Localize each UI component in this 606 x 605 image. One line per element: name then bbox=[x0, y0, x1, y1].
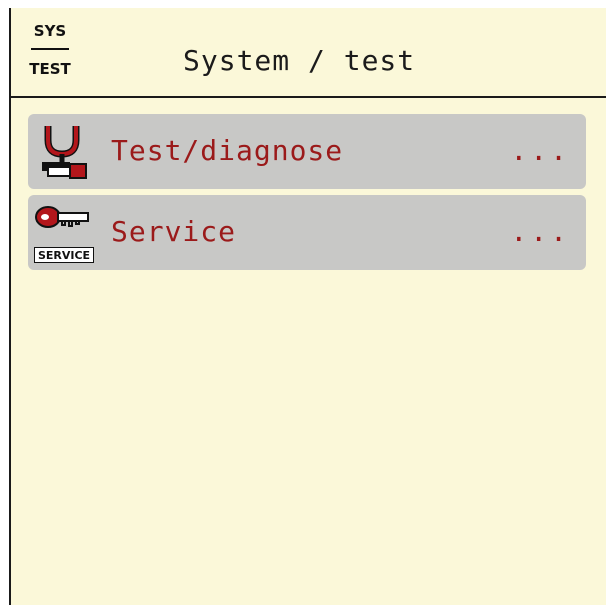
menu-item-label: Test/diagnose bbox=[111, 134, 344, 167]
system-test-screen: SYS TEST System / test Test/diagnose ... bbox=[9, 8, 606, 605]
sys-icon-bottom-label: TEST bbox=[29, 60, 71, 78]
more-indicator: ... bbox=[510, 215, 570, 248]
sys-test-icon: SYS TEST bbox=[29, 22, 71, 88]
header: SYS TEST System / test bbox=[11, 8, 606, 98]
sys-icon-top-label: SYS bbox=[33, 22, 67, 40]
stethoscope-icon bbox=[34, 120, 94, 182]
service-key-icon: SERVICE bbox=[34, 201, 94, 263]
service-tag: SERVICE bbox=[34, 247, 94, 263]
page-title: System / test bbox=[183, 44, 416, 77]
menu-item-service[interactable]: SERVICE Service ... bbox=[28, 195, 586, 270]
sys-icon-divider bbox=[31, 48, 69, 50]
more-indicator: ... bbox=[510, 134, 570, 167]
menu-item-test-diagnose[interactable]: Test/diagnose ... bbox=[28, 114, 586, 189]
menu-item-label: Service bbox=[111, 215, 237, 248]
